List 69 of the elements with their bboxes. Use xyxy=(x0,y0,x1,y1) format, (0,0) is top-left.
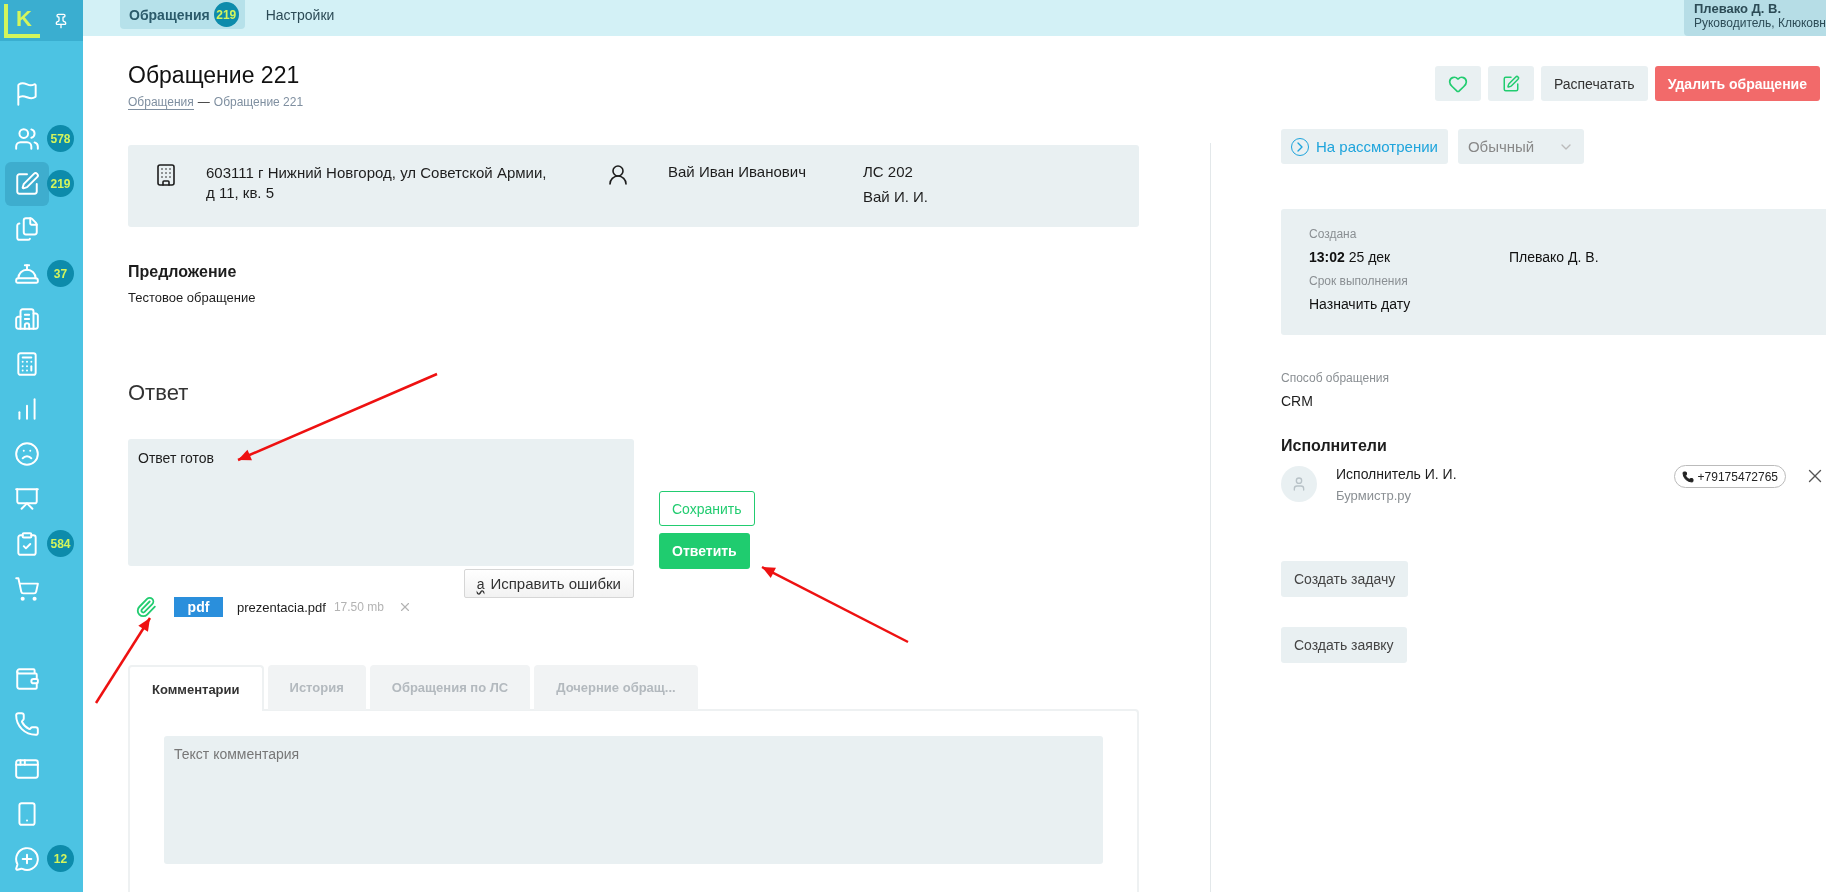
favorite-button[interactable] xyxy=(1434,66,1481,101)
count-badge: 37 xyxy=(47,260,74,287)
breadcrumb-link[interactable]: Обращения xyxy=(128,95,194,110)
create-button[interactable]: Создать задачу xyxy=(1281,561,1409,597)
spellcheck-icon: a xyxy=(476,575,485,592)
section-heading: Ответ xyxy=(128,380,190,406)
answer-field[interactable]: Ответ готов xyxy=(128,439,634,566)
user-card[interactable]: Плевако Д. В. Руководитель, Клюковн xyxy=(1683,0,1826,36)
phone-icon xyxy=(14,710,40,737)
edit-icon xyxy=(1501,74,1520,93)
file-name[interactable]: prezentacia.pdf xyxy=(237,599,326,615)
user-name: Плевако Д. В. xyxy=(1693,2,1783,16)
create-button[interactable]: Создать заявку xyxy=(1281,627,1407,663)
print-button[interactable]: Распечатать xyxy=(1540,66,1648,101)
file-size: 17.50 mb xyxy=(333,600,384,614)
account-number: ЛС 202 xyxy=(863,163,914,180)
count-badge: 219 xyxy=(47,170,74,197)
logo: K xyxy=(4,3,40,38)
person-name: Вай Иван Иванович xyxy=(668,163,807,182)
count-badge: 219 xyxy=(213,2,239,27)
wallet-icon xyxy=(14,665,40,692)
field-label: Способ обращения xyxy=(1281,371,1390,385)
building-icon xyxy=(154,163,178,187)
account-holder: Вай И. И. xyxy=(863,188,928,205)
phone-icon xyxy=(1681,470,1694,483)
cart-icon xyxy=(14,575,40,602)
file-type-tag: pdf xyxy=(174,597,223,617)
count-badge: 12 xyxy=(47,845,74,872)
user-role: Руководитель, Клюковн xyxy=(1693,16,1826,31)
fix-errors-button[interactable]: a Исправить ошибки xyxy=(463,569,634,598)
field-label: Срок выполнения xyxy=(1309,273,1409,290)
proposal-text: Тестовое обращение xyxy=(128,290,257,305)
chat-plus-icon xyxy=(14,845,40,872)
top-tab[interactable]: Обращения 219 xyxy=(120,0,245,29)
person-icon xyxy=(606,163,630,187)
sad-face-icon xyxy=(14,440,40,467)
avatar-icon xyxy=(1281,466,1317,502)
address-text: 603111 г Нижний Новгород, ул Советской Армии, xyxy=(206,163,548,183)
count-badge: 578 xyxy=(47,125,74,152)
calculator-icon xyxy=(14,350,40,377)
sidebar-item[interactable] xyxy=(5,161,49,206)
edit-button[interactable] xyxy=(1487,66,1534,101)
pin-icon[interactable] xyxy=(53,12,69,29)
created-value: 13:02 25 дек xyxy=(1309,249,1392,268)
page-title: Обращение 221 xyxy=(128,62,301,89)
executor-name: Исполнитель И. И. xyxy=(1336,465,1458,482)
edit-icon xyxy=(14,170,40,197)
breadcrumb-current: Обращение 221 xyxy=(213,95,304,110)
section-heading: Предложение xyxy=(128,263,238,281)
section-heading: Исполнители xyxy=(1281,437,1388,455)
count-badge: 584 xyxy=(47,530,74,557)
paperclip-icon[interactable] xyxy=(135,596,157,618)
comment-field[interactable]: Текст комментария xyxy=(164,736,1103,864)
breadcrumb-separator: — xyxy=(197,95,210,110)
documents-icon xyxy=(14,215,40,242)
flag-icon xyxy=(14,80,40,107)
field-label: Создана xyxy=(1309,227,1358,243)
clipboard-icon xyxy=(14,530,40,557)
top-tab[interactable]: Настройки xyxy=(256,0,341,29)
heart-icon xyxy=(1447,73,1468,94)
people-icon xyxy=(14,125,40,152)
channel-value: CRM xyxy=(1281,393,1314,409)
building-icon xyxy=(14,305,40,332)
tab[interactable]: Комментарии xyxy=(128,665,264,711)
address-text: д 11, кв. 5 xyxy=(206,183,276,203)
executor-company: Бурмистр.ру xyxy=(1336,487,1412,503)
presentation-icon xyxy=(14,485,40,512)
author-name: Плевако Д. В. xyxy=(1509,249,1600,268)
due-date-link[interactable]: Назначить дату xyxy=(1309,295,1509,317)
